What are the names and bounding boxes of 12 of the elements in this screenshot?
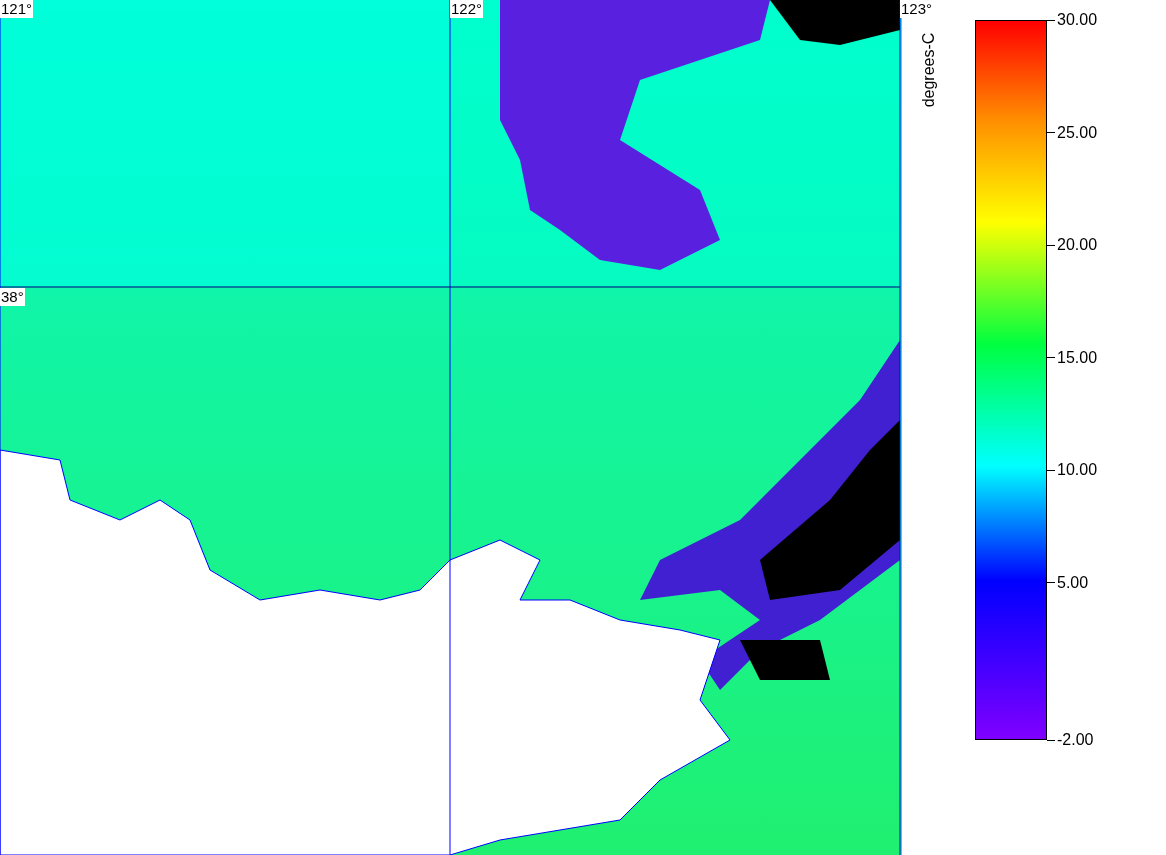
scale-tick-label: 20.00 bbox=[1057, 236, 1098, 254]
legend-unit: degrees-C bbox=[919, 31, 938, 110]
longitude-label: 122° bbox=[450, 0, 484, 18]
scale-tick-label: 30.00 bbox=[1057, 11, 1098, 29]
scale-tick-label: 10.00 bbox=[1057, 461, 1098, 479]
longitude-label: 121° bbox=[0, 0, 34, 18]
scale-tick-label: 5.00 bbox=[1057, 573, 1089, 592]
scale-tick-label: 25.00 bbox=[1057, 123, 1098, 142]
longitude-label: 123° bbox=[900, 0, 934, 18]
scale-tick-label: 15.00 bbox=[1057, 348, 1098, 367]
latitude-label: 38° bbox=[0, 288, 25, 306]
scale-tick-label: -2.00 bbox=[1057, 731, 1094, 749]
